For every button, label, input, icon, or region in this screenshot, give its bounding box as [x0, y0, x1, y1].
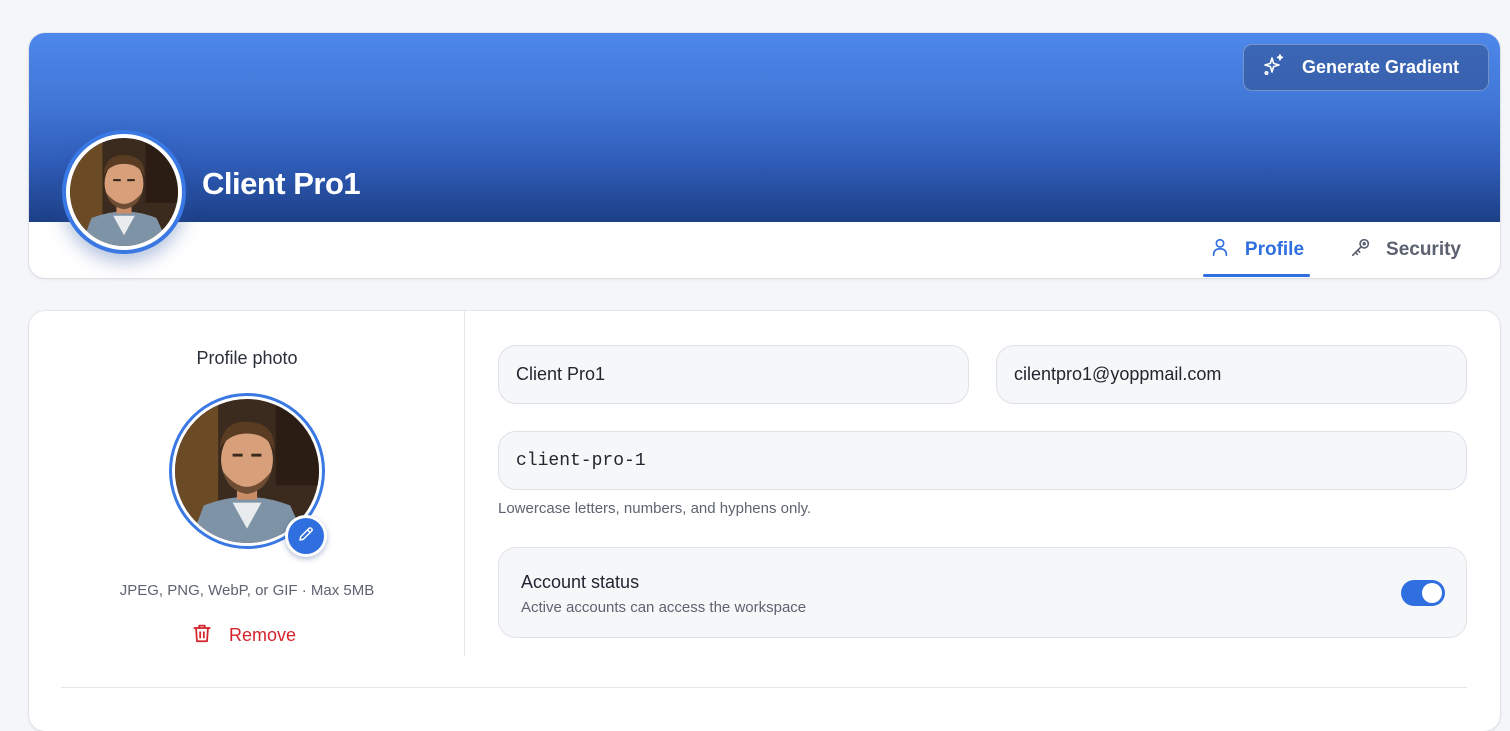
- name-field[interactable]: [498, 345, 969, 404]
- slug-input[interactable]: [516, 450, 1449, 471]
- profile-header-card: Generate Gradient Client Pro1 Profile Se…: [29, 33, 1500, 278]
- tab-security[interactable]: Security: [1344, 222, 1467, 278]
- section-divider: [61, 687, 1467, 688]
- header-avatar: [62, 130, 186, 254]
- email-input[interactable]: [1014, 364, 1449, 385]
- profile-photo-title: Profile photo: [196, 348, 298, 368]
- profile-photo-section: Profile photo JPEG, PNG, WebP, or GIF · …: [29, 311, 465, 656]
- account-status-title: Account status: [521, 572, 640, 592]
- tab-security-label: Security: [1386, 239, 1461, 260]
- name-input[interactable]: [516, 364, 951, 385]
- email-field[interactable]: [996, 345, 1467, 404]
- account-status-subtitle: Active accounts can access the workspace: [521, 599, 807, 616]
- photo-format-hint: JPEG, PNG, WebP, or GIF · Max 5MB: [119, 582, 375, 599]
- profile-tabs: Profile Security: [1202, 222, 1500, 278]
- profile-form-card: Profile photo JPEG, PNG, WebP, or GIF · …: [29, 311, 1500, 731]
- profile-name-heading: Client Pro1: [202, 166, 361, 201]
- key-icon: [1350, 236, 1372, 264]
- generate-gradient-label: Generate Gradient: [1302, 57, 1460, 77]
- account-status-toggle[interactable]: [1401, 580, 1445, 606]
- account-status-box: Account status Active accounts can acces…: [498, 547, 1467, 638]
- slug-hint: Lowercase letters, numbers, and hyphens …: [498, 500, 812, 517]
- tab-profile[interactable]: Profile: [1202, 222, 1311, 278]
- trash-icon: [191, 622, 213, 649]
- profile-banner: Generate Gradient Client Pro1: [29, 33, 1500, 222]
- remove-photo-button[interactable]: Remove: [191, 622, 296, 648]
- tab-profile-label: Profile: [1244, 239, 1305, 260]
- edit-photo-button[interactable]: [285, 515, 327, 557]
- slug-field[interactable]: [498, 431, 1467, 490]
- remove-photo-label: Remove: [229, 624, 297, 645]
- avatar-image: [70, 138, 178, 246]
- sparkles-icon: [1262, 53, 1286, 82]
- pencil-icon: [297, 525, 315, 548]
- user-icon: [1209, 236, 1231, 264]
- toggle-knob: [1422, 583, 1442, 603]
- generate-gradient-button[interactable]: Generate Gradient: [1243, 44, 1489, 91]
